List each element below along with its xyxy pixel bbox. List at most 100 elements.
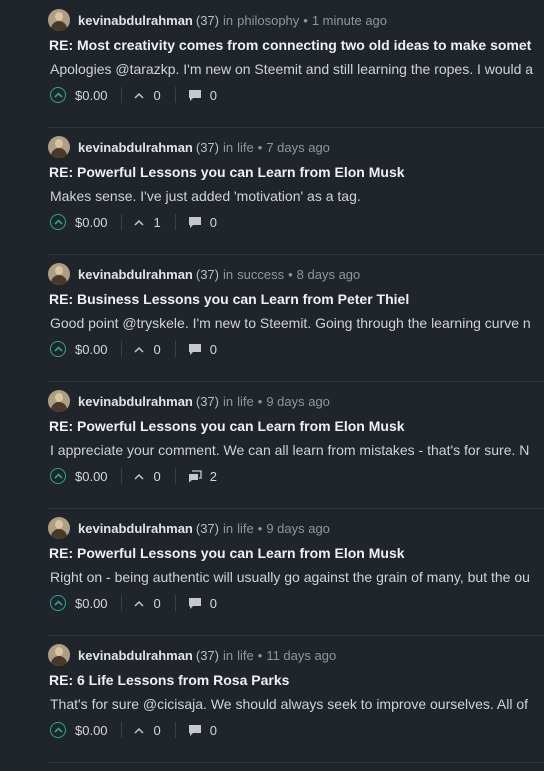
- payout-value[interactable]: $0.00: [75, 596, 108, 611]
- avatar[interactable]: [48, 390, 70, 412]
- comment-footer: $0.00 1 0: [50, 212, 217, 232]
- comment-body[interactable]: That's for sure @cicisaja. We should alw…: [50, 696, 528, 712]
- comment-title-link[interactable]: RE: Powerful Lessons you can Learn from …: [49, 418, 405, 434]
- in-label: in: [223, 12, 234, 28]
- category-link[interactable]: philosophy: [237, 13, 299, 28]
- timestamp-link[interactable]: 7 days ago: [266, 140, 330, 155]
- reply-count[interactable]: 2: [188, 469, 217, 484]
- author-link[interactable]: kevinabdulrahman: [78, 648, 193, 663]
- divider: [174, 722, 176, 738]
- timestamp-link[interactable]: 9 days ago: [266, 394, 330, 409]
- divider: [120, 595, 122, 611]
- comment-body[interactable]: I appreciate your comment. We can all le…: [50, 442, 529, 458]
- reply-count-value: 0: [209, 722, 218, 738]
- chevron-up-circle-icon[interactable]: [50, 87, 66, 103]
- timestamp-link[interactable]: 11 days ago: [266, 648, 336, 663]
- category-link[interactable]: success: [237, 267, 284, 282]
- divider: [120, 722, 122, 738]
- chevron-up-circle-icon[interactable]: [50, 341, 66, 357]
- comment-body[interactable]: Makes sense. I've just added 'motivation…: [50, 188, 361, 204]
- chevron-up-circle-icon[interactable]: [50, 468, 66, 484]
- meta-separator: •: [257, 139, 263, 155]
- reply-count[interactable]: 0: [188, 723, 217, 738]
- meta-separator: •: [257, 520, 263, 536]
- vote-count[interactable]: 0: [134, 469, 161, 484]
- comment-title-link[interactable]: RE: Most creativity comes from connectin…: [49, 37, 531, 53]
- meta-separator: •: [303, 12, 308, 28]
- payout-value[interactable]: $0.00: [75, 215, 108, 230]
- reply-count[interactable]: 0: [188, 215, 217, 230]
- avatar[interactable]: [48, 644, 70, 666]
- category-link[interactable]: life: [237, 140, 254, 155]
- comment-item: kevinabdulrahman (37) in success • 8 day…: [48, 254, 544, 382]
- divider: [120, 87, 122, 103]
- comment-meta: kevinabdulrahman (37) in philosophy • 1 …: [48, 8, 387, 32]
- avatar[interactable]: [48, 9, 70, 31]
- author-link[interactable]: kevinabdulrahman: [78, 13, 193, 28]
- chevron-up-circle-icon[interactable]: [50, 214, 66, 230]
- avatar[interactable]: [48, 517, 70, 539]
- divider: [120, 214, 122, 230]
- vote-count-value: 0: [153, 722, 161, 738]
- reply-count-value: 0: [209, 214, 218, 230]
- comment-footer: $0.00 0 0: [50, 720, 217, 740]
- comment-meta: kevinabdulrahman (37) in success • 8 day…: [48, 262, 360, 286]
- reply-count-value: 0: [209, 87, 218, 103]
- timestamp-link[interactable]: 9 days ago: [266, 521, 330, 536]
- comment-title-link[interactable]: RE: Powerful Lessons you can Learn from …: [49, 164, 405, 180]
- chevron-up-icon: [134, 473, 144, 480]
- timestamp-link[interactable]: 1 minute ago: [312, 13, 387, 28]
- payout-value[interactable]: $0.00: [75, 723, 108, 738]
- vote-count-value: 0: [153, 468, 161, 484]
- chevron-up-circle-icon[interactable]: [50, 722, 66, 738]
- category-link[interactable]: life: [237, 394, 254, 409]
- avatar[interactable]: [48, 136, 70, 158]
- divider: [174, 214, 176, 230]
- author-reputation: (37): [195, 393, 219, 409]
- comment-footer: $0.00 0 2: [50, 466, 217, 486]
- comment-footer: $0.00 0 0: [50, 85, 217, 105]
- comment-body[interactable]: Right on - being authentic will usually …: [50, 569, 530, 585]
- comment-body[interactable]: Apologies @tarazkp. I'm new on Steemit a…: [50, 61, 533, 77]
- payout-value[interactable]: $0.00: [75, 469, 108, 484]
- vote-count[interactable]: 1: [134, 215, 161, 230]
- vote-count-value: 0: [153, 595, 161, 611]
- category-link[interactable]: life: [237, 521, 254, 536]
- vote-count-value: 0: [153, 341, 161, 357]
- vote-count[interactable]: 0: [134, 723, 161, 738]
- vote-count-value: 0: [153, 87, 161, 103]
- comment-body[interactable]: Good point @tryskele. I'm new to Steemit…: [50, 315, 531, 331]
- vote-count[interactable]: 0: [134, 596, 161, 611]
- chevron-up-circle-icon[interactable]: [50, 595, 66, 611]
- comment-item: kevinabdulrahman (37) in philosophy • 1 …: [48, 0, 544, 128]
- comment-item: kevinabdulrahman (37) in life • 9 days a…: [48, 508, 544, 636]
- reply-count[interactable]: 0: [188, 88, 217, 103]
- comment-title-link[interactable]: RE: 6 Life Lessons from Rosa Parks: [49, 672, 289, 688]
- author-link[interactable]: kevinabdulrahman: [78, 521, 193, 536]
- comment-item: kevinabdulrahman (37) in life • 9 days a…: [48, 381, 544, 509]
- author-link[interactable]: kevinabdulrahman: [78, 394, 193, 409]
- author-link[interactable]: kevinabdulrahman: [78, 267, 193, 282]
- author-reputation: (37): [195, 647, 219, 663]
- vote-count[interactable]: 0: [134, 342, 161, 357]
- reply-count-value: 2: [209, 468, 218, 484]
- category-link[interactable]: life: [237, 648, 254, 663]
- author-reputation: (37): [195, 139, 219, 155]
- comment-footer: $0.00 0 0: [50, 593, 217, 613]
- author-link[interactable]: kevinabdulrahman: [78, 140, 193, 155]
- comment-bubble-icon: [188, 89, 201, 101]
- payout-value[interactable]: $0.00: [75, 342, 108, 357]
- in-label: in: [223, 520, 234, 536]
- comment-title-link[interactable]: RE: Powerful Lessons you can Learn from …: [49, 545, 405, 561]
- payout-value[interactable]: $0.00: [75, 88, 108, 103]
- reply-count[interactable]: 0: [188, 342, 217, 357]
- comment-bubble-icon: [188, 216, 201, 228]
- vote-count[interactable]: 0: [134, 88, 161, 103]
- timestamp-link[interactable]: 8 days ago: [297, 267, 361, 282]
- reply-count[interactable]: 0: [188, 596, 217, 611]
- avatar[interactable]: [48, 263, 70, 285]
- chevron-up-icon: [134, 727, 144, 734]
- comment-title-link[interactable]: RE: Business Lessons you can Learn from …: [49, 291, 409, 307]
- comment-item: kevinabdulrahman (37) in life • 7 days a…: [48, 127, 544, 255]
- comment-meta: kevinabdulrahman (37) in life • 7 days a…: [48, 135, 330, 159]
